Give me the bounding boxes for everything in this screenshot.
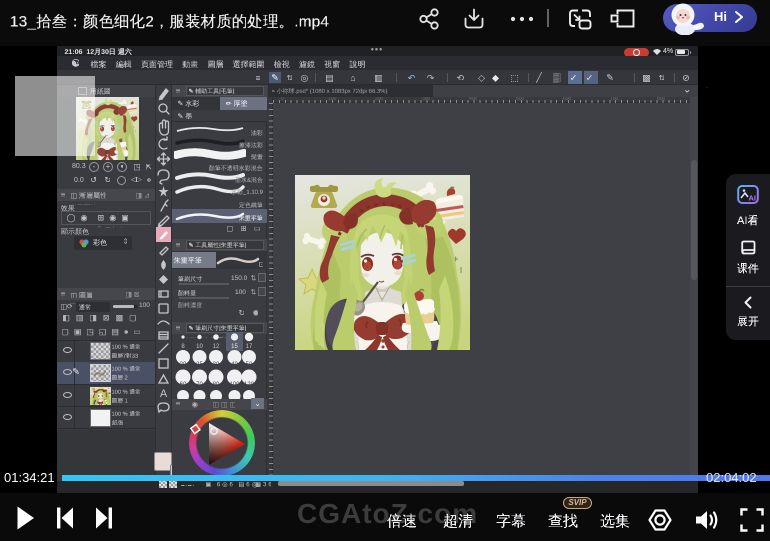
svg-text:50: 50: [246, 362, 253, 368]
svg-text:17: 17: [246, 344, 253, 350]
svg-text:25: 25: [196, 362, 203, 368]
svg-text:AI: AI: [749, 194, 757, 203]
svg-text:70: 70: [196, 382, 203, 388]
svg-text:12: 12: [213, 344, 220, 350]
svg-text:20: 20: [180, 362, 187, 368]
svg-text:30: 30: [213, 362, 220, 368]
svg-text:15: 15: [231, 344, 238, 350]
svg-text:A: A: [160, 388, 168, 400]
svg-text:60: 60: [180, 382, 187, 388]
svg-text:40: 40: [231, 362, 238, 368]
svg-text:8: 8: [181, 344, 185, 350]
svg-text:10: 10: [196, 344, 203, 350]
svg-text:100: 100: [229, 382, 240, 388]
svg-text:80: 80: [213, 382, 220, 388]
svg-text:120: 120: [244, 382, 255, 388]
